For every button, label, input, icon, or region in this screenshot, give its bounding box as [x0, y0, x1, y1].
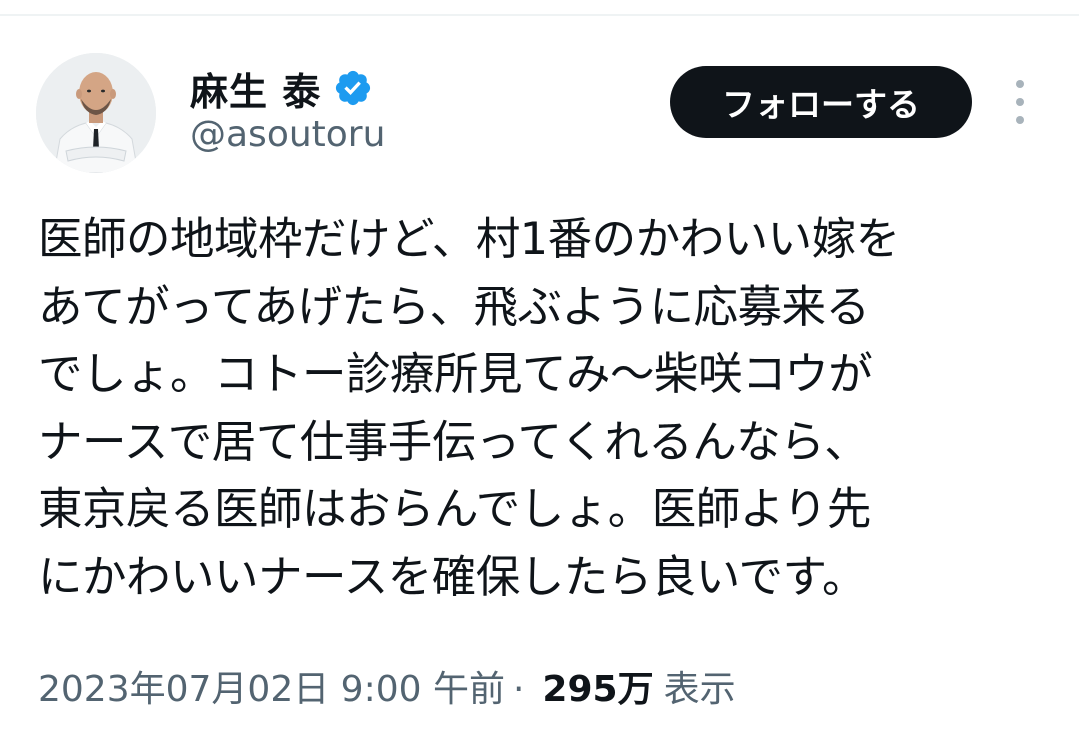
- meta-separator: ·: [512, 669, 525, 710]
- tweet-line: ナースで居て仕事手伝ってくれるんなら、: [38, 416, 869, 468]
- more-vertical-icon[interactable]: [1005, 80, 1035, 124]
- tweet-line: 東京戻る医師はおらんでしょ。医師より先: [38, 484, 871, 535]
- tweet-line: でしょ。コトー診療所見てみ〜柴咲コウが: [38, 349, 873, 400]
- avatar[interactable]: [36, 53, 156, 173]
- tweet-meta: 2023年07月02日 9:00 午前 · 295万 表示: [38, 660, 736, 712]
- follow-button[interactable]: フォローする: [670, 66, 972, 138]
- more-dot: [1016, 116, 1024, 124]
- tweet-text: 医師の地域枠だけど、村1番のかわいい嫁を あてがってあげたら、飛ぶように応募来る…: [38, 206, 1048, 611]
- avatar-image: [36, 53, 156, 173]
- more-dot: [1016, 80, 1024, 88]
- views-count[interactable]: 295万: [542, 660, 653, 712]
- display-name-row[interactable]: 麻生 泰: [190, 58, 373, 118]
- display-name[interactable]: 麻生 泰: [190, 61, 321, 116]
- timestamp[interactable]: 2023年07月02日 9:00 午前: [38, 660, 505, 712]
- tweet-line: あてがってあげたら、飛ぶように応募来る: [38, 281, 870, 333]
- verified-badge-icon: [333, 68, 373, 108]
- tweet-line: にかわいいナースを確保したら良いです。: [38, 551, 867, 603]
- views-label[interactable]: 表示: [664, 660, 736, 712]
- tweet-line: 医師の地域枠だけど、村1番のかわいい嫁を: [38, 214, 900, 265]
- handle[interactable]: @asoutoru: [190, 114, 385, 155]
- top-divider: [0, 14, 1079, 16]
- more-dot: [1016, 98, 1024, 106]
